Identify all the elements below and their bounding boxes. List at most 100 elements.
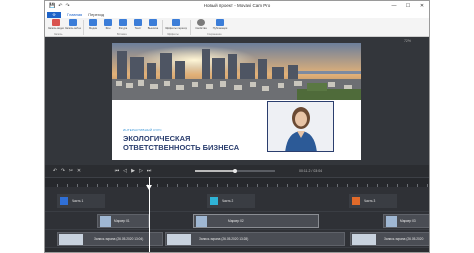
minimize-button[interactable]: — xyxy=(387,1,401,11)
presenter-webcam-overlay[interactable] xyxy=(267,101,334,152)
text-icon xyxy=(134,19,142,26)
delete-icon[interactable]: ✕ xyxy=(75,165,83,177)
background-label: Фон xyxy=(105,27,111,30)
media-icon xyxy=(89,19,97,26)
record-webcam-button[interactable]: Запись веб-камеры xyxy=(65,19,81,36)
ribbon-toolbar: Запись видео Запись веб-камеры Медиа Фон… xyxy=(45,18,429,37)
presenter-image xyxy=(268,102,333,151)
gear-icon xyxy=(197,19,205,26)
media-label: Медиа xyxy=(89,27,97,30)
step-back-icon[interactable]: ◁ xyxy=(121,165,129,177)
group-insert-label: Вставка xyxy=(117,33,127,36)
file-menu-button[interactable]: Ф xyxy=(47,11,61,18)
timeline-ruler[interactable] xyxy=(45,177,429,187)
app-window: 💾 ↶ ↷ Новый проект - Movavi Cam Pro — ☐ … xyxy=(44,0,430,253)
marker-clip-3[interactable]: Маркер 03 xyxy=(383,214,429,228)
save-icon[interactable]: 💾 xyxy=(49,1,55,11)
callout-button[interactable]: Выноска xyxy=(145,19,161,36)
title-bar: 💾 ↶ ↷ Новый проект - Movavi Cam Pro — ☐ … xyxy=(45,1,429,11)
part-3-label: Часть 3 xyxy=(364,199,376,203)
publish-label: Публикация xyxy=(212,27,228,30)
callout-label: Выноска xyxy=(147,27,159,30)
maximize-button[interactable]: ☐ xyxy=(401,1,415,11)
preview-canvas[interactable]: 72% ИНТЕРАКТИВНЫЙ КУРС ЭКОЛОГИЧЕСКАЯ ОТВ… xyxy=(45,37,429,165)
slide-preview[interactable]: ИНТЕРАКТИВНЫЙ КУРС ЭКОЛОГИЧЕСКАЯ ОТВЕТСТ… xyxy=(112,43,361,160)
undo-icon[interactable]: ↶ xyxy=(58,1,62,11)
tab-transitions[interactable]: Переход xyxy=(88,11,104,18)
recording-3-label: Запись экрана (26.05.2020 xyxy=(384,237,424,241)
track-markers: Маркер 01 Маркер 02 Маркер 03 xyxy=(45,212,429,230)
properties-label: Свойства xyxy=(195,27,207,30)
part-2-color-swatch xyxy=(210,197,218,205)
zoom-level[interactable]: 72% xyxy=(404,39,411,43)
recording-1-label: Запись экрана (26.05.2020 13:04) xyxy=(94,237,144,241)
recording-2-label: Запись экрана (26.05.2020 13:28) xyxy=(199,237,249,241)
transition-icon xyxy=(172,19,180,26)
slide-title-line2: ОТВЕТСТВЕННОСТЬ БИЗНЕСА xyxy=(123,143,240,152)
marker-1-thumbnail xyxy=(100,216,111,227)
part-1-color-swatch xyxy=(60,197,68,205)
record-webcam-label: Запись веб-камеры xyxy=(65,27,81,30)
redo-icon[interactable]: ↷ xyxy=(65,1,69,11)
callout-icon xyxy=(149,19,157,26)
window-controls: — ☐ ✕ xyxy=(387,1,429,11)
window-title: Новый проект - Movavi Cam Pro xyxy=(203,3,271,8)
slide-title-line1: ЭКОЛОГИЧЕСКАЯ xyxy=(123,134,191,143)
track-parts: Часть 1 Часть 2 Часть 3 xyxy=(45,187,429,212)
close-button[interactable]: ✕ xyxy=(415,1,429,11)
recording-1-thumbnail xyxy=(59,234,83,245)
marker-2-label: Маркер 02 xyxy=(228,219,244,223)
undo-icon[interactable]: ↶ xyxy=(51,165,59,177)
marker-3-label: Маркер 03 xyxy=(400,219,416,223)
group-save-label: Сохранение xyxy=(207,33,222,36)
part-3-color-swatch xyxy=(352,197,360,205)
transition-effects-label: Эффекты переходов xyxy=(165,27,187,30)
part-clip-3[interactable]: Часть 3 xyxy=(349,194,397,208)
recording-3-thumbnail xyxy=(352,234,376,245)
recording-clip-1[interactable]: Запись экрана (26.05.2020 13:04) xyxy=(57,232,163,246)
step-forward-icon[interactable]: ▷ xyxy=(137,165,145,177)
text-label: Текст xyxy=(134,27,142,30)
background-icon xyxy=(104,19,112,26)
text-button[interactable]: Текст xyxy=(130,19,146,36)
part-1-label: Часть 1 xyxy=(72,199,84,203)
part-2-label: Часть 2 xyxy=(222,199,234,203)
recording-clip-2[interactable]: Запись экрана (26.05.2020 13:28) xyxy=(165,232,345,246)
ribbon-separator xyxy=(162,20,163,35)
marker-1-label: Маркер 01 xyxy=(114,219,130,223)
next-marker-icon[interactable]: ⏭ xyxy=(145,165,153,177)
record-icon xyxy=(52,19,60,26)
ribbon-tabs: Ф Главная Переход xyxy=(45,11,429,19)
recording-clip-3[interactable]: Запись экрана (26.05.2020 xyxy=(350,232,429,246)
split-icon[interactable]: ✂ xyxy=(67,165,75,177)
marker-3-thumbnail xyxy=(386,216,397,227)
playback-time: 00:11.2 / 03:04 xyxy=(299,169,323,173)
track-recordings: Запись экрана (26.05.2020 13:04) Запись … xyxy=(45,230,429,248)
publish-icon xyxy=(216,19,224,26)
webcam-icon xyxy=(69,19,77,26)
marker-2-thumbnail xyxy=(196,216,207,227)
progress-fill xyxy=(195,170,235,172)
shape-label: Фигура xyxy=(118,27,128,30)
slide-subtitle: ИНТЕРАКТИВНЫЙ КУРС xyxy=(123,128,162,132)
progress-knob[interactable] xyxy=(233,169,237,173)
background-button[interactable]: Фон xyxy=(100,19,116,36)
shape-icon xyxy=(119,19,127,26)
city-skyline-image xyxy=(112,43,361,100)
redo-icon[interactable]: ↷ xyxy=(59,165,67,177)
ribbon-separator xyxy=(83,20,84,35)
playback-progress-bar[interactable] xyxy=(195,169,275,173)
slide-title: ЭКОЛОГИЧЕСКАЯ ОТВЕТСТВЕННОСТЬ БИЗНЕСА xyxy=(123,134,239,152)
quick-access-toolbar: 💾 ↶ ↷ xyxy=(45,1,70,11)
marker-clip-1[interactable]: Маркер 01 xyxy=(97,214,149,228)
play-icon[interactable]: ▶ xyxy=(129,165,137,177)
previous-marker-icon[interactable]: ⏮ xyxy=(113,165,121,177)
marker-clip-2[interactable]: Маркер 02 xyxy=(193,214,319,228)
part-clip-1[interactable]: Часть 1 xyxy=(57,194,105,208)
part-clip-2[interactable]: Часть 2 xyxy=(207,194,255,208)
group-effects-label: Эффекты xyxy=(167,33,179,36)
record-video-label: Запись видео xyxy=(48,27,64,30)
media-button[interactable]: Медиа xyxy=(85,19,101,36)
ribbon-separator xyxy=(190,20,191,35)
transport-bar: ↶ ↷ ✂ ✕ ⏮ ◁ ▶ ▷ ⏭ 00:11.2 / 03:04 xyxy=(45,165,429,177)
